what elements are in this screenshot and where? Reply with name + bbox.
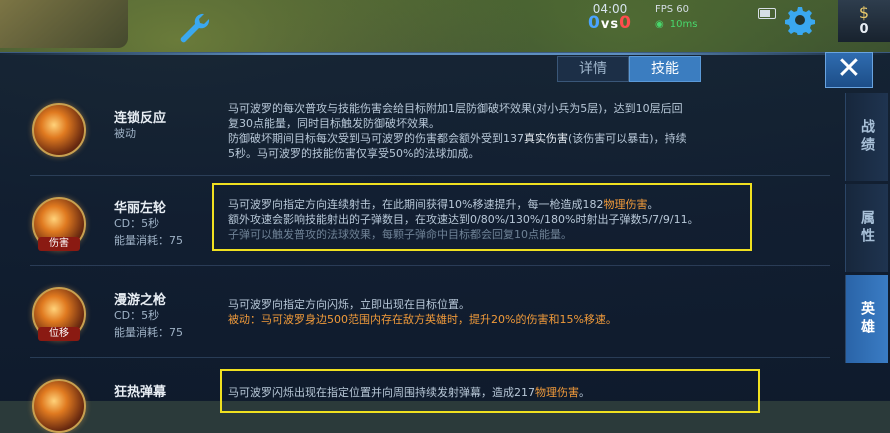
hero-avatar	[0, 0, 128, 48]
skill-name: 连锁反应	[114, 111, 167, 126]
skill-icon-1[interactable]: 伤害	[32, 197, 86, 251]
gold-counter[interactable]: $ 0	[838, 0, 890, 42]
battery-icon	[758, 8, 776, 19]
divider	[30, 357, 830, 358]
close-icon[interactable]: ✕	[825, 52, 873, 88]
skill-icon-3[interactable]	[32, 379, 86, 433]
skill-meta: CD：5秒 能量消耗：75	[114, 217, 183, 247]
match-status: 04:00 0vs0	[585, 2, 635, 32]
skill-name: 华丽左轮	[114, 201, 167, 216]
panel-tabs: 详情 技能	[557, 56, 701, 82]
skill-meta: CD：5秒 能量消耗：75	[114, 309, 183, 339]
skill-icon-2[interactable]: 位移	[32, 287, 86, 341]
skill-type: 被动	[114, 127, 136, 140]
skill-description: 马可波罗向指定方向闪烁，立即出现在目标位置。 被动：马可波罗身边500范围内存在…	[228, 298, 617, 326]
gold-amount: 0	[859, 22, 869, 37]
highlight-box	[220, 369, 760, 413]
side-tabs: 战绩 属性 英雄	[842, 93, 890, 366]
divider	[30, 265, 830, 266]
vs-label: vs	[600, 17, 620, 32]
fps-label: FPS 60	[655, 4, 690, 15]
gear-icon[interactable]	[785, 5, 815, 37]
side-tab-hero[interactable]: 英雄	[845, 275, 888, 363]
divider	[30, 175, 830, 176]
skill-description: 马可波罗的每次普攻与技能伤害会给目标附加1层防御破坏效果(对小兵为5层)，达到1…	[228, 102, 687, 160]
tab-details[interactable]: 详情	[557, 56, 629, 82]
highlight-box	[212, 183, 752, 251]
tab-skills[interactable]: 技能	[629, 56, 701, 82]
skill-name: 漫游之枪	[114, 293, 167, 308]
kill-score: 0vs0	[585, 13, 635, 33]
skill-badge: 伤害	[38, 237, 80, 251]
hero-info-panel: 详情 技能 ✕ 战绩 属性 英雄 连锁反应 被动 马可波罗的每次普攻与技能伤害会…	[0, 52, 890, 433]
money-bag-icon: $	[858, 3, 870, 22]
skill-name: 狂热弹幕	[114, 385, 167, 400]
ping-label: 10ms	[669, 19, 698, 30]
network-stats: FPS 60 ◉ 10ms	[655, 4, 703, 30]
skill-badge: 位移	[38, 327, 80, 341]
wifi-icon: ◉	[655, 19, 664, 30]
skill-icon-passive[interactable]	[32, 103, 86, 157]
red-score: 0	[619, 13, 632, 33]
side-tab-attributes[interactable]: 属性	[845, 184, 888, 272]
blue-score: 0	[588, 13, 601, 33]
wrench-icon[interactable]	[176, 10, 212, 46]
side-tab-record[interactable]: 战绩	[845, 93, 888, 181]
